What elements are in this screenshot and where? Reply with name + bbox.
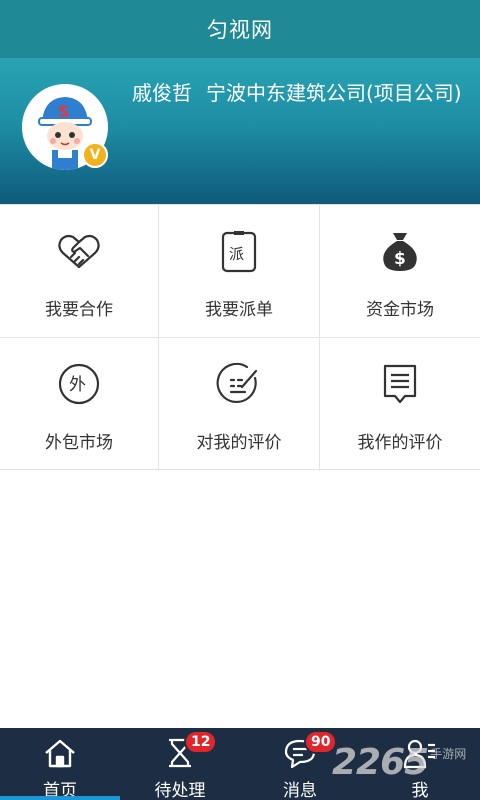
profile-info: 戚俊哲 宁波中东建筑公司(项目公司): [132, 80, 462, 106]
svg-text:外: 外: [69, 375, 86, 395]
svg-text:$: $: [394, 249, 406, 269]
menu-label: 资金市场: [366, 300, 434, 320]
svg-text:S: S: [58, 102, 70, 121]
verified-badge: V: [82, 142, 108, 168]
svg-text:派: 派: [229, 245, 244, 263]
tab-label: 消息: [283, 781, 317, 800]
page-title: 匀视网: [207, 18, 273, 42]
menu-label: 我要派单: [205, 300, 273, 320]
money-bag-icon: $: [376, 227, 424, 275]
menu-label: 对我的评价: [196, 433, 282, 453]
tab-label: 待处理: [154, 781, 206, 800]
avatar-container[interactable]: S V: [22, 84, 108, 170]
watermark-logo: 2265 手游网: [332, 742, 466, 783]
tab-pending[interactable]: 待处理 12: [120, 728, 240, 800]
tab-home[interactable]: 首页: [0, 728, 120, 800]
outsource-icon: 外: [55, 360, 103, 408]
profile-header[interactable]: S V 戚俊哲 宁波中东建筑公司(项目公司): [0, 58, 480, 204]
feature-grid: 我要合作 派 我要派单 $ 资金市场 外 外包市场 对我的评价 我作的评价: [0, 204, 480, 471]
company-name: 宁波中东建筑公司(项目公司): [206, 81, 462, 105]
menu-item-ratings-received[interactable]: 对我的评价: [159, 338, 320, 471]
home-icon: [43, 736, 77, 770]
handshake-icon: [55, 227, 103, 275]
watermark-number: 2265: [332, 742, 429, 783]
menu-item-outsource-market[interactable]: 外 外包市场: [0, 338, 159, 471]
dispatch-order-icon: 派: [215, 227, 263, 275]
pending-count-badge: 12: [184, 730, 218, 754]
app-bar: 匀视网: [0, 0, 480, 58]
tab-label: 首页: [43, 781, 77, 800]
menu-label: 我要合作: [45, 300, 113, 320]
menu-item-ratings-given[interactable]: 我作的评价: [320, 338, 480, 471]
menu-label: 外包市场: [45, 433, 113, 453]
menu-item-cooperate[interactable]: 我要合作: [0, 205, 159, 338]
watermark-text: 手游网: [430, 747, 467, 761]
user-name: 戚俊哲: [132, 81, 192, 105]
comment-icon: [376, 360, 424, 408]
menu-label: 我作的评价: [357, 433, 443, 453]
rating-pen-icon: [215, 360, 263, 408]
menu-item-dispatch[interactable]: 派 我要派单: [159, 205, 320, 338]
menu-item-fund-market[interactable]: $ 资金市场: [320, 205, 480, 338]
